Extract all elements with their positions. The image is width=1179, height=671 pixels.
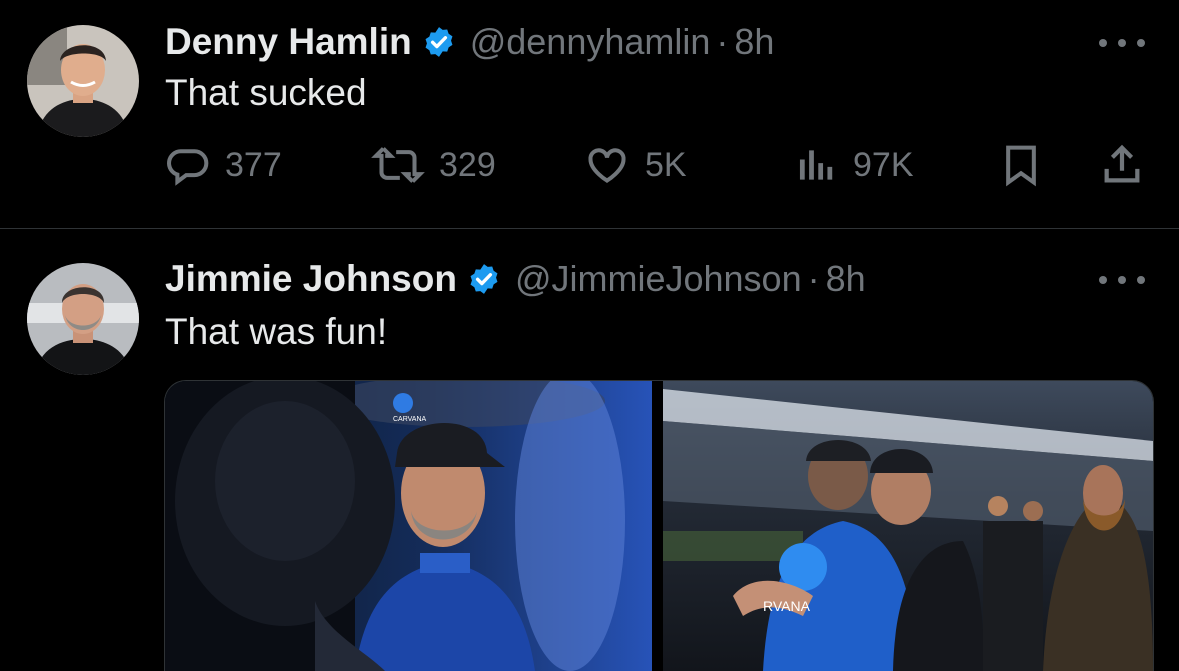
- suit-sponsor-text: RVANA: [763, 598, 811, 614]
- views-icon: [799, 150, 833, 180]
- views-button[interactable]: 97K: [795, 140, 914, 190]
- like-icon: [588, 148, 626, 183]
- tweet-header: Jimmie Johnson @JimmieJohnson · 8h: [165, 257, 866, 301]
- repost-count: 329: [439, 145, 496, 184]
- bookmark-button[interactable]: [999, 140, 1043, 190]
- repost-button[interactable]: 329: [371, 140, 496, 190]
- verified-badge-icon: [470, 264, 498, 294]
- like-count: 5K: [645, 145, 687, 184]
- handle[interactable]: @dennyhamlin: [470, 21, 711, 63]
- tweet[interactable]: Denny Hamlin @dennyhamlin · 8h That suck…: [0, 0, 1179, 229]
- share-icon: [1104, 144, 1140, 183]
- reply-button[interactable]: 377: [165, 140, 282, 190]
- views-count: 97K: [853, 145, 914, 184]
- cap-sponsor-text: CARVANA: [393, 416, 427, 423]
- bookmark-icon: [1006, 145, 1036, 187]
- display-name[interactable]: Denny Hamlin: [165, 21, 412, 63]
- more-icon[interactable]: [1099, 33, 1145, 53]
- more-icon[interactable]: [1099, 270, 1145, 290]
- repost-icon: [371, 147, 425, 183]
- share-button[interactable]: [1099, 140, 1145, 190]
- tweet-text: That sucked: [165, 72, 367, 113]
- tweet-text: That was fun!: [165, 311, 388, 352]
- separator: ·: [716, 21, 729, 62]
- reply-count: 377: [225, 145, 282, 184]
- timestamp[interactable]: 8h: [734, 21, 774, 63]
- separator: ·: [807, 258, 820, 299]
- avatar[interactable]: [27, 263, 139, 375]
- verified-badge-icon: [425, 27, 453, 57]
- photo-drivers-hug[interactable]: RVANA: [663, 381, 1153, 671]
- like-button[interactable]: 5K: [583, 140, 687, 190]
- handle[interactable]: @JimmieJohnson: [515, 258, 802, 300]
- media-grid: CARVANA RVANA: [164, 380, 1154, 671]
- action-bar: 377 329 5K 97K: [165, 140, 1155, 190]
- avatar[interactable]: [27, 25, 139, 137]
- reply-icon: [167, 149, 209, 186]
- tweet[interactable]: Jimmie Johnson @JimmieJohnson · 8h That …: [0, 229, 1179, 671]
- tweet-header: Denny Hamlin @dennyhamlin · 8h: [165, 20, 774, 64]
- photo-driver-interview[interactable]: CARVANA: [165, 381, 652, 671]
- display-name[interactable]: Jimmie Johnson: [165, 258, 457, 300]
- timestamp[interactable]: 8h: [826, 258, 866, 300]
